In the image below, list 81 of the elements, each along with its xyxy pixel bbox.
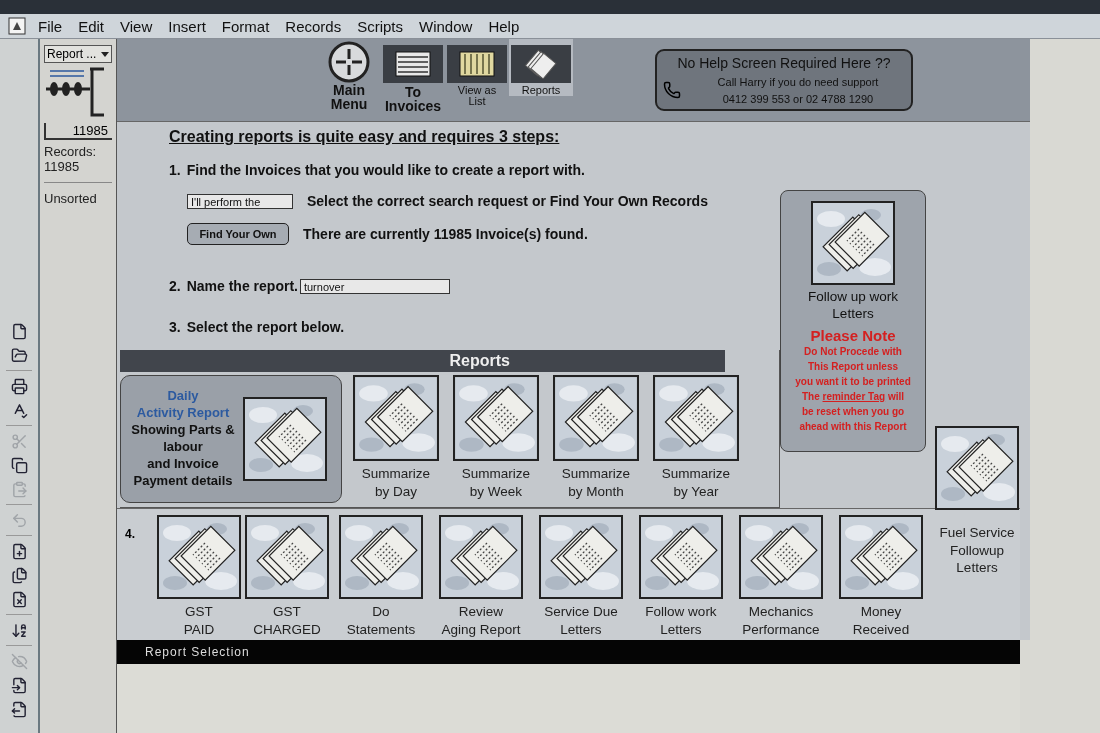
menu-item[interactable]: Scripts <box>349 17 411 35</box>
report-icon <box>739 515 823 599</box>
menu-item[interactable]: Records <box>277 17 350 35</box>
report-button[interactable]: Fuel Service Followup Letters <box>933 426 1021 577</box>
file-export-icon[interactable] <box>9 699 29 719</box>
status-bar: Report Selection <box>117 640 1020 664</box>
report-icon <box>439 515 523 599</box>
report-title: Daily Activity Report <box>136 388 230 423</box>
steps-heading: Creating reports is quite easy and requires 3 steps: <box>169 128 561 146</box>
report-icon <box>245 515 329 599</box>
printer-icon[interactable] <box>9 376 29 396</box>
folder-icon[interactable] <box>9 345 29 365</box>
report-icon <box>339 515 423 599</box>
help-text: Call Harry if you do need support <box>716 76 880 88</box>
app-icon <box>8 17 26 35</box>
report-icon <box>811 201 895 285</box>
records-count: 11985 <box>44 159 81 174</box>
menu-item[interactable]: Insert <box>160 17 214 35</box>
nav-button[interactable]: Main Menu <box>317 39 381 111</box>
phone-icon <box>663 81 681 100</box>
report-button[interactable]: Money Received <box>833 515 929 639</box>
step-number: 4. <box>125 526 136 541</box>
report-button[interactable]: Summarize by Week <box>450 375 542 503</box>
report-button[interactable]: Summarize by Day <box>350 375 442 503</box>
report-button[interactable]: Summarize by Year <box>650 375 742 503</box>
files-icon[interactable] <box>9 565 29 585</box>
help-title: No Help Screen Required Here ?? <box>676 55 892 72</box>
record-number[interactable]: 11985 <box>44 123 112 140</box>
report-button[interactable]: Service Due Letters <box>533 515 629 639</box>
nav-button[interactable]: Reports <box>509 39 573 96</box>
report-icon <box>639 515 723 599</box>
nav-button[interactable]: To Invoices <box>381 39 445 113</box>
report-button[interactable]: Review Aging Report <box>433 515 529 639</box>
step-number: 3. <box>169 319 181 335</box>
search-request-field[interactable]: I'll perform the <box>187 193 293 209</box>
file-import-icon[interactable] <box>9 675 29 695</box>
note-title: Please Note <box>810 326 896 344</box>
table-icon <box>459 51 495 77</box>
daily-report-card[interactable]: Daily Activity Report Showing Parts & labour and Invoice Payment details <box>120 375 342 503</box>
report-icon <box>157 515 241 599</box>
report-icon <box>539 515 623 599</box>
step-number: 2. <box>169 278 181 294</box>
records-label: Records: <box>44 144 98 159</box>
report-icon <box>353 375 439 461</box>
sort-status: Unsorted <box>44 191 98 206</box>
warning-text: Do Not Procede with This Report unless you want it to be printed The reminder Tag will be reset when you go ahead with this Report <box>795 344 911 434</box>
menu-item[interactable]: File <box>30 17 71 35</box>
step-text: Select the report below. <box>186 319 345 335</box>
menu-item[interactable]: Help <box>480 17 528 35</box>
report-name-field[interactable]: turnover <box>299 278 450 294</box>
copy-icon[interactable] <box>9 455 29 475</box>
report-icon <box>553 375 639 461</box>
report-icon <box>839 515 923 599</box>
report-icon <box>653 375 739 461</box>
pages-icon <box>524 49 558 79</box>
step-text: Name the report. <box>186 278 298 294</box>
phone-numbers: 0412 399 553 or 02 4788 1290 <box>721 92 875 105</box>
menu-item[interactable]: View <box>112 17 161 35</box>
step-text: Find the Invoices that you would like to create a report with. <box>186 162 585 178</box>
report-button[interactable]: GST PAID <box>157 515 241 639</box>
compass-icon <box>328 41 370 83</box>
report-button[interactable]: Follow up work Letters <box>788 201 918 323</box>
report-button[interactable]: Mechanics Performance <box>733 515 829 639</box>
report-button[interactable]: Follow work Letters <box>633 515 729 639</box>
report-description: Showing Parts & labour and Invoice Payment details <box>131 422 235 490</box>
menu-item[interactable]: Format <box>213 17 278 35</box>
layout-dropdown[interactable]: Report ... <box>44 45 112 63</box>
report-button[interactable]: Do Statements <box>333 515 429 639</box>
find-your-own-button[interactable]: Find Your Own <box>187 223 289 245</box>
report-button[interactable]: Summarize by Month <box>550 375 642 503</box>
instruction-text: Select the correct search request or Find Your Own Records <box>307 193 708 209</box>
report-icon <box>243 397 327 481</box>
reports-title: Reports <box>120 350 725 372</box>
report-icon <box>453 375 539 461</box>
report-button[interactable]: GST CHARGED <box>245 515 329 639</box>
menu-item[interactable]: Edit <box>70 17 113 35</box>
list-icon <box>395 51 431 77</box>
caret-icon <box>101 51 109 57</box>
found-count-text: There are currently 11985 Invoice(s) found. <box>303 226 588 242</box>
step-number: 1. <box>169 162 181 178</box>
menu-item[interactable]: Window <box>411 17 481 35</box>
